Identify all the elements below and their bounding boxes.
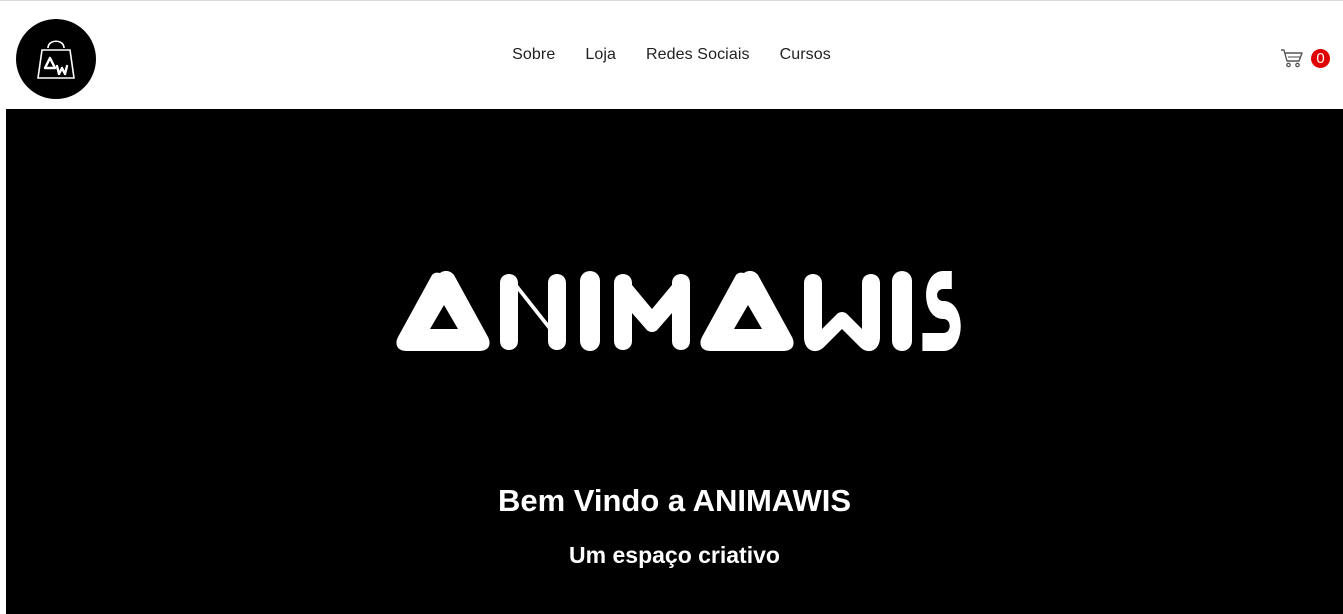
main-nav: Sobre Loja Redes Sociais Cursos (0, 1, 1343, 109)
nav-link-sobre[interactable]: Sobre (512, 46, 555, 64)
nav-link-loja[interactable]: Loja (585, 46, 616, 64)
hero-subtitle: Um espaço criativo (569, 542, 780, 568)
hero-title: Bem Vindo a ANIMAWIS (497, 483, 852, 518)
cart-button[interactable]: 0 (1278, 47, 1334, 73)
cart-count-badge: 0 (1311, 49, 1330, 68)
cart-icon (1281, 49, 1303, 68)
shopping-bag-icon (37, 40, 75, 79)
brand-wordmark (396, 271, 961, 352)
nav-link-redes-sociais[interactable]: Redes Sociais (646, 46, 750, 64)
site-logo[interactable] (16, 19, 96, 99)
hero-banner: Bem Vindo a ANIMAWIS Um espaço criativo (6, 109, 1343, 614)
nav-link-cursos[interactable]: Cursos (780, 46, 831, 64)
site-header: Sobre Loja Redes Sociais Cursos 0 (0, 1, 1343, 109)
